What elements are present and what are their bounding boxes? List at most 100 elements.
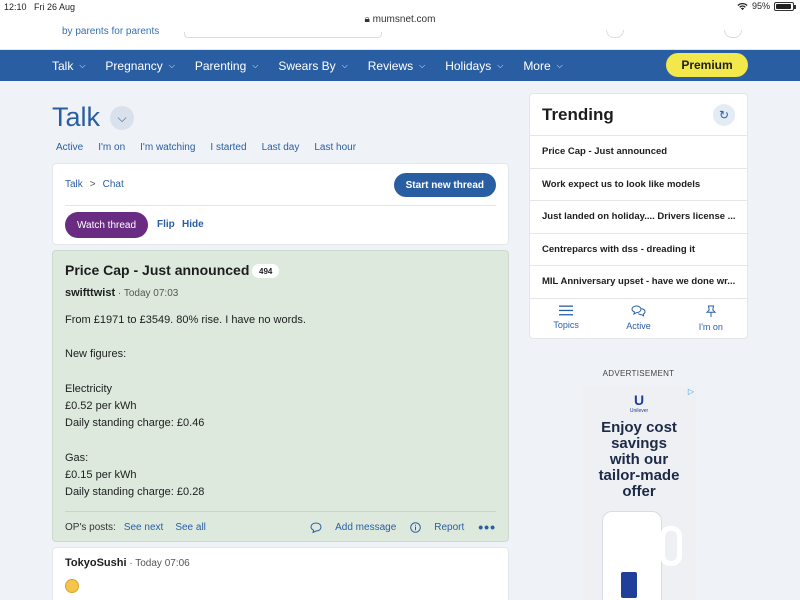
nav-label: More (523, 58, 551, 73)
trending-item-label: Just landed on holiday.... Drivers licen… (542, 211, 736, 223)
post-count-badge: 494 (252, 264, 280, 278)
ad-headline-line: savings (611, 435, 667, 452)
page-title: Talk (52, 102, 101, 132)
chevron-down-icon: ⌵ (79, 60, 86, 70)
chevron-down-icon: ⌵ (497, 60, 504, 70)
post-body: From £1971 to £3549. 80% rise. I have no… (65, 312, 306, 501)
talk-dropdown-button[interactable]: ⌵ (110, 106, 134, 130)
battery-percent: 95% (751, 1, 770, 11)
ad-brand: Unilever (629, 408, 649, 414)
filter-im-watching[interactable]: I'm watching (140, 142, 195, 153)
nav-item-more[interactable]: More ⌵ (523, 59, 562, 73)
thread-actions-card: Talk > Chat Start new thread Watch threa… (52, 163, 509, 245)
start-new-thread-button[interactable]: Start new thread (393, 173, 496, 197)
thread-title: Price Cap - Just announced (65, 262, 250, 278)
report-button[interactable]: Report (410, 522, 464, 533)
nav-label: Swears By (278, 58, 336, 73)
chevron-down-icon: ⌵ (252, 60, 259, 70)
trending-item-label: MIL Anniversary upset - have we done wr.… (542, 276, 736, 288)
post-body-line: From £1971 to £3549. 80% rise. I have no… (65, 314, 306, 326)
header-round-button[interactable] (724, 30, 742, 38)
chevron-down-icon: ⌵ (168, 60, 175, 70)
refresh-button[interactable]: ↻ (713, 104, 735, 126)
pin-icon (705, 305, 717, 317)
info-icon (410, 521, 422, 533)
flip-link[interactable]: Flip (157, 219, 175, 230)
trending-item[interactable]: Work expect us to look like models (530, 167, 747, 201)
breadcrumb-talk[interactable]: Talk (65, 179, 83, 190)
post-body-blank-line (65, 364, 306, 381)
see-next-link[interactable]: See next (124, 522, 163, 533)
ad-headline: Enjoy cost savings with our tailor-made … (582, 420, 696, 500)
tab-topics[interactable]: Topics (536, 305, 596, 332)
add-message-label: Add message (335, 521, 397, 533)
post-author[interactable]: swifttwist (65, 287, 115, 299)
post-body-line: Daily standing charge: £0.46 (65, 417, 205, 430)
op-post: Price Cap - Just announced 494 swifttwis… (52, 250, 509, 542)
trending-item-label: Work expect us to look like models (542, 178, 701, 190)
filter-active[interactable]: Active (56, 142, 83, 153)
status-right: 95% (737, 1, 796, 11)
filter-im-on[interactable]: I'm on (98, 142, 125, 153)
status-time: 12:10 (4, 2, 27, 12)
main-nav: Talk ⌵ Pregnancy ⌵ Parenting ⌵ Swears By ⌵ R… (0, 50, 800, 81)
watch-thread-button[interactable]: Watch thread (65, 212, 148, 238)
browser-header: 🔒︎ mumsnet.com by parents for parents (0, 14, 800, 50)
trending-item-label: Price Cap - Just announced (542, 146, 668, 158)
site-search-input[interactable] (184, 32, 382, 38)
more-options-icon[interactable]: ••• (478, 519, 496, 535)
filter-last-day[interactable]: Last day (262, 142, 300, 153)
trending-item[interactable]: Centreparcs with dss - dreading it (530, 232, 747, 266)
see-all-link[interactable]: See all (175, 522, 206, 533)
nav-item-swears-by[interactable]: Swears By ⌵ (278, 59, 347, 73)
reply-post: TokyoSushi · Today 07:06 (52, 547, 509, 600)
tab-active[interactable]: Active (608, 305, 668, 332)
hide-link[interactable]: Hide (182, 219, 204, 230)
add-message-button[interactable]: Add message (310, 522, 396, 533)
ad-choices-icon[interactable]: ▷ (688, 387, 694, 396)
ad-headline-line: with our (609, 451, 669, 468)
nav-item-talk[interactable]: Talk ⌵ (52, 59, 85, 73)
post-author[interactable]: TokyoSushi (65, 557, 127, 569)
chevron-down-icon: ⌵ (341, 60, 348, 70)
trending-item-label: Centreparcs with dss - dreading it (542, 243, 696, 255)
post-body-blank-line (65, 329, 306, 346)
bottle-handle (660, 526, 682, 566)
divider (65, 511, 496, 512)
premium-button[interactable]: Premium (666, 53, 748, 77)
speech-bubble-icon (310, 521, 322, 533)
chevron-down-icon: ⌵ (419, 60, 426, 70)
post-time: · Today 07:03 (117, 288, 179, 299)
post-body-line: Electricity (65, 382, 113, 395)
battery-fill (776, 3, 792, 9)
filter-i-started[interactable]: I started (210, 142, 246, 153)
url-bar[interactable]: 🔒︎ mumsnet.com (0, 14, 800, 25)
nav-item-pregnancy[interactable]: Pregnancy ⌵ (105, 59, 174, 73)
trending-item[interactable]: MIL Anniversary upset - have we done wr.… (530, 265, 747, 298)
ad-headline-line: offer (622, 483, 656, 500)
detergent-bottle-image (602, 511, 662, 600)
report-label: Report (434, 521, 465, 533)
nav-item-parenting[interactable]: Parenting ⌵ (195, 59, 258, 73)
trending-item[interactable]: Just landed on holiday.... Drivers licen… (530, 200, 747, 233)
tab-label: Active (626, 321, 651, 331)
advertisement[interactable]: ▷ U Unilever Enjoy cost savings with our… (582, 386, 696, 600)
breadcrumb-separator: > (89, 179, 96, 190)
nav-label: Reviews (367, 58, 414, 73)
breadcrumb-chat[interactable]: Chat (103, 179, 124, 190)
chevron-down-icon: ⌵ (556, 60, 563, 70)
site-tagline: by parents for parents (62, 26, 160, 37)
nav-item-reviews[interactable]: Reviews ⌵ (368, 59, 425, 73)
advertisement-label: ADVERTISEMENT (602, 369, 675, 378)
bottle-label (621, 572, 637, 598)
trending-panel: Trending ↻ Price Cap - Just announced Wo… (529, 93, 748, 339)
tab-im-on[interactable]: I'm on (681, 305, 741, 332)
header-round-button[interactable] (606, 30, 624, 38)
trending-item[interactable]: Price Cap - Just announced (530, 135, 747, 168)
trending-tabs: Topics Active I'm on (530, 298, 747, 332)
nav-item-holidays[interactable]: Holidays ⌵ (445, 59, 503, 73)
wifi-icon (737, 2, 748, 10)
post-actions: Add message Report ••• (302, 519, 496, 535)
filter-last-hour[interactable]: Last hour (314, 142, 356, 153)
url-text: mumsnet.com (372, 14, 436, 25)
